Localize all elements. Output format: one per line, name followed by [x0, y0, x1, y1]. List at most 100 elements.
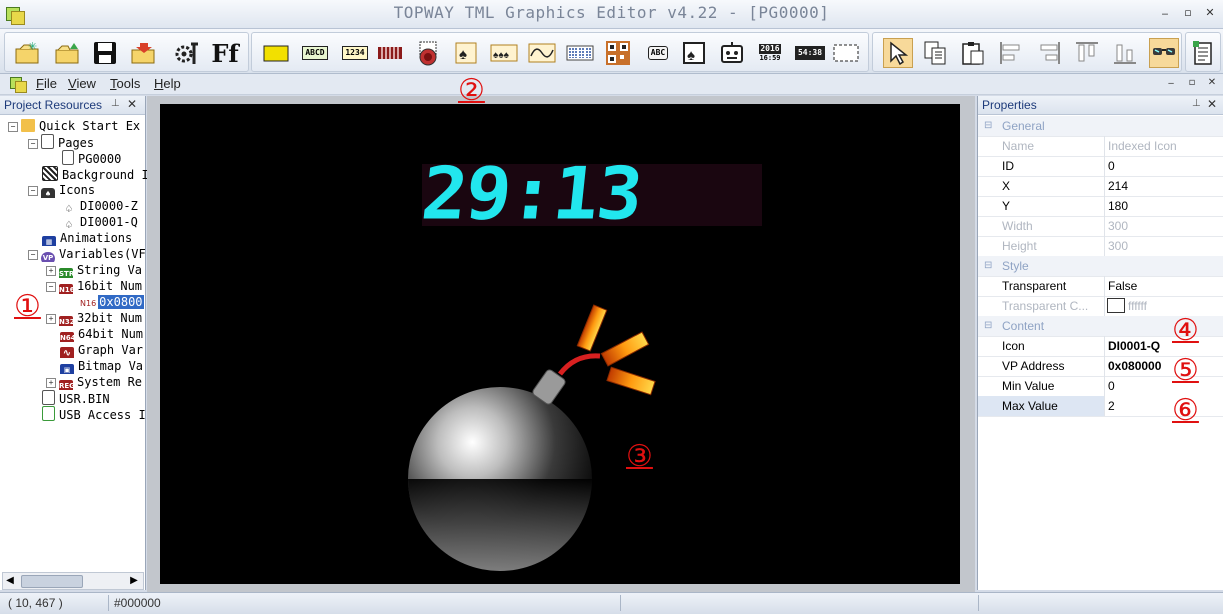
- tree-variables[interactable]: − VP Variables(VF: [28, 246, 146, 262]
- close-pane-icon[interactable]: ✕: [127, 97, 137, 111]
- collapse-icon[interactable]: ⊟: [984, 116, 992, 136]
- tree-usr-bin[interactable]: USR.BIN: [42, 390, 110, 406]
- indexed-icon-icon[interactable]: ♠: [452, 39, 480, 67]
- tree-pages[interactable]: − Pages: [28, 134, 94, 150]
- prop-name-row[interactable]: Name Indexed Icon: [978, 136, 1223, 157]
- robot-icon[interactable]: [718, 39, 746, 67]
- animation-icon[interactable]: ♠♠♠: [490, 39, 518, 67]
- menu-file[interactable]: File: [36, 76, 57, 91]
- tree-icon-di0001[interactable]: ♤ DI0001-Q: [62, 214, 138, 230]
- minimize-button[interactable]: ‒: [1157, 7, 1173, 20]
- collapse-icon[interactable]: −: [28, 139, 38, 149]
- doc-close-button[interactable]: ✕: [1204, 77, 1220, 88]
- horizontal-scrollbar[interactable]: ◀ ▶: [2, 572, 144, 590]
- expand-icon[interactable]: +: [46, 266, 56, 276]
- export-icon[interactable]: [129, 39, 157, 67]
- touch-icon[interactable]: ♠: [680, 39, 708, 67]
- tree-string-var[interactable]: + STR String Va: [46, 262, 142, 278]
- collapse-icon[interactable]: −: [28, 250, 38, 260]
- prop-x-row[interactable]: X 214: [978, 176, 1223, 197]
- prop-value[interactable]: DI0001-Q: [1105, 339, 1160, 353]
- prop-id-row[interactable]: ID 0: [978, 156, 1223, 177]
- color-swatch[interactable]: [1107, 298, 1125, 313]
- qrcode-icon[interactable]: [604, 39, 632, 67]
- pin-icon[interactable]: ⊥: [111, 98, 120, 109]
- collapse-icon[interactable]: ⊟: [984, 256, 992, 276]
- prop-value[interactable]: 2: [1105, 399, 1115, 413]
- text-string-icon[interactable]: ABCD: [298, 39, 332, 67]
- close-pane-icon[interactable]: ✕: [1207, 97, 1217, 111]
- svg-text:♠: ♠: [687, 47, 695, 64]
- expand-icon[interactable]: +: [46, 378, 56, 388]
- copy-icon[interactable]: [921, 39, 949, 67]
- paste-icon[interactable]: [959, 39, 987, 67]
- tree-icon-di0000[interactable]: ♤ DI0000-Z: [62, 198, 138, 214]
- pin-icon[interactable]: ⊥: [1192, 98, 1201, 109]
- tree-bitmap-var[interactable]: ▣ Bitmap Va: [60, 358, 143, 374]
- prop-value[interactable]: 0: [1105, 379, 1115, 393]
- button-icon[interactable]: [414, 39, 442, 67]
- align-left-icon[interactable]: [997, 39, 1025, 67]
- prop-value[interactable]: False: [1105, 279, 1137, 293]
- tree-num16-item[interactable]: N16 0x0800: [80, 294, 144, 310]
- clock-icon[interactable]: 54:38: [794, 39, 826, 67]
- pointer-icon[interactable]: [883, 38, 913, 68]
- tree-usb-access[interactable]: USB Access I: [42, 406, 146, 422]
- date-icon[interactable]: 2016 16:59: [756, 39, 784, 67]
- tree-graph-var[interactable]: ∿ Graph Var: [60, 342, 143, 358]
- category-general[interactable]: ⊟ General: [978, 116, 1223, 137]
- doc-restore-button[interactable]: ▫: [1184, 77, 1200, 88]
- expand-icon[interactable]: +: [46, 314, 56, 324]
- rectangle-icon[interactable]: [262, 39, 290, 67]
- bitmap-icon[interactable]: [566, 39, 594, 67]
- maximize-button[interactable]: ▫: [1180, 6, 1196, 19]
- prop-width-row[interactable]: Width 300: [978, 216, 1223, 237]
- save-icon[interactable]: [91, 39, 119, 67]
- tree-num64[interactable]: N64 64bit Num: [60, 326, 143, 342]
- tree-root[interactable]: − Quick Start Ex: [8, 118, 140, 134]
- prop-y-row[interactable]: Y 180: [978, 196, 1223, 217]
- prop-value[interactable]: 180: [1105, 199, 1128, 213]
- number-icon[interactable]: 1234: [338, 39, 372, 67]
- open-project-icon[interactable]: [53, 39, 81, 67]
- collapse-icon[interactable]: −: [46, 282, 56, 292]
- align-right-icon[interactable]: [1035, 39, 1063, 67]
- align-top-icon[interactable]: [1073, 39, 1101, 67]
- page-list-icon[interactable]: [1189, 39, 1217, 67]
- tree-icons[interactable]: − ♠ Icons: [28, 182, 95, 198]
- scrollbar-thumb[interactable]: [21, 575, 83, 588]
- new-project-icon[interactable]: ✳: [13, 39, 41, 67]
- menu-view[interactable]: View: [68, 76, 96, 91]
- prop-transparent-row[interactable]: Transparent False: [978, 276, 1223, 297]
- font-icon[interactable]: Ff: [211, 39, 239, 68]
- menu-tools[interactable]: Tools: [110, 76, 140, 91]
- bargraph-icon[interactable]: [376, 39, 404, 67]
- menu-help[interactable]: Help: [154, 76, 181, 91]
- prop-value[interactable]: 0x080000: [1105, 359, 1161, 373]
- scroll-right-icon[interactable]: ▶: [127, 573, 141, 589]
- collapse-icon[interactable]: −: [28, 186, 38, 196]
- settings-icon[interactable]: [173, 39, 201, 67]
- prop-value[interactable]: 0: [1105, 159, 1115, 173]
- category-style[interactable]: ⊟ Style: [978, 256, 1223, 277]
- tree-page-pg0000[interactable]: PG0000: [62, 150, 121, 166]
- doc-minimize-button[interactable]: ‒: [1163, 78, 1179, 89]
- text-input-icon[interactable]: ABC: [642, 39, 674, 67]
- graph-icon[interactable]: [528, 39, 556, 67]
- close-button[interactable]: ✕: [1202, 6, 1218, 19]
- scroll-left-icon[interactable]: ◀: [3, 573, 17, 589]
- selected-tree-item[interactable]: 0x0800: [98, 295, 144, 309]
- region-icon[interactable]: [832, 39, 860, 67]
- prop-height-row[interactable]: Height 300: [978, 236, 1223, 257]
- preview-icon[interactable]: [1149, 38, 1179, 68]
- tree-background[interactable]: Background I: [42, 166, 149, 182]
- tree-system-reg[interactable]: + REG System Re: [46, 374, 142, 390]
- collapse-icon[interactable]: ⊟: [984, 316, 992, 336]
- align-bottom-icon[interactable]: [1111, 39, 1139, 67]
- design-canvas[interactable]: 29:13: [160, 104, 960, 584]
- tree-num16[interactable]: − N16 16bit Num: [46, 278, 142, 294]
- tree-animations[interactable]: ▦ Animations: [42, 230, 132, 246]
- collapse-icon[interactable]: −: [8, 122, 18, 132]
- tree-num32[interactable]: + N32 32bit Num: [46, 310, 142, 326]
- prop-value[interactable]: 214: [1105, 179, 1128, 193]
